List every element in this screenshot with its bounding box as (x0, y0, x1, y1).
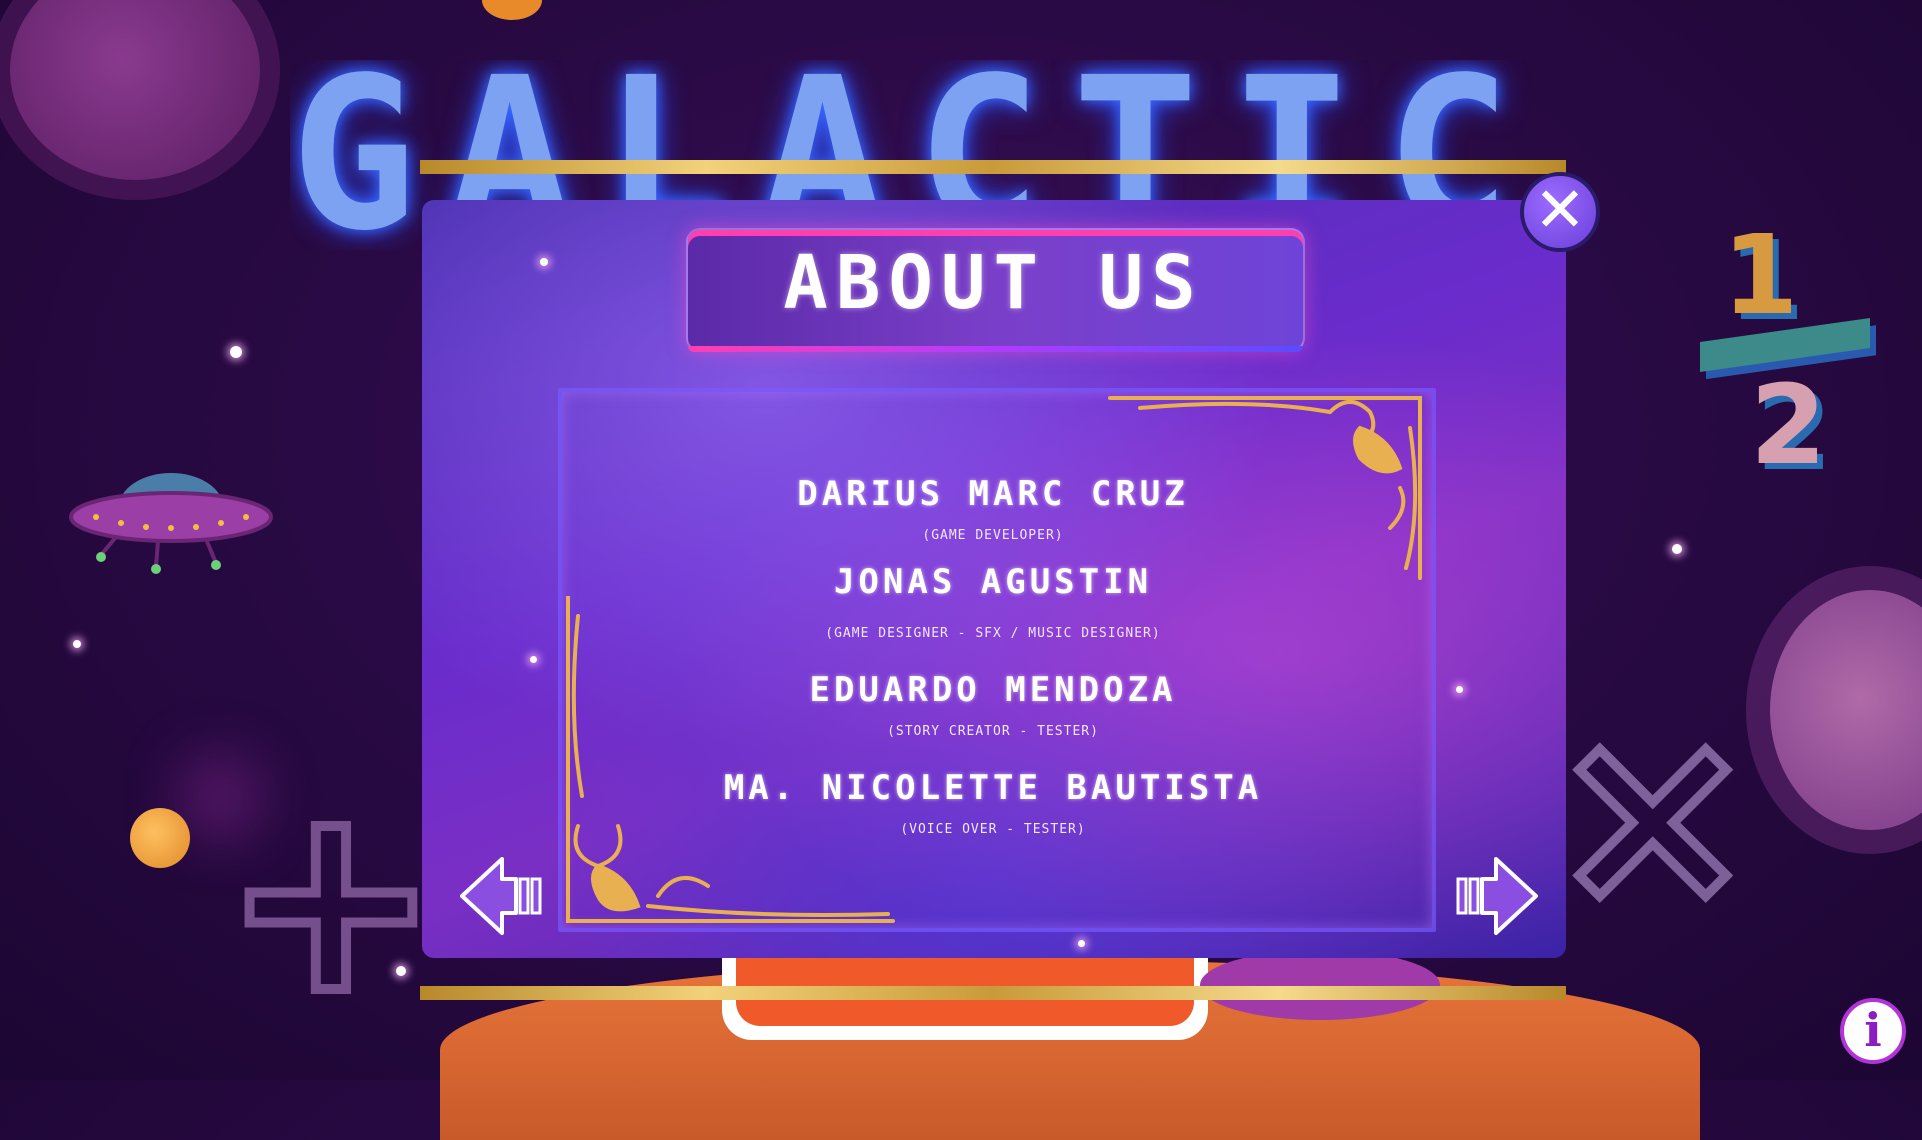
info-button[interactable]: i (1840, 998, 1906, 1064)
comet (130, 808, 190, 868)
dialog-title: ABOUT US (783, 240, 1204, 326)
ufo-icon (66, 455, 276, 575)
star (530, 656, 537, 663)
previous-page-button[interactable] (458, 855, 544, 937)
ufo-bottom (1200, 950, 1440, 1020)
star (1456, 686, 1463, 693)
gold-bar-top (420, 160, 1566, 174)
credit-role-1: (GAME DEVELOPER) (922, 528, 1064, 543)
close-button[interactable]: ✕ (1520, 172, 1600, 252)
planet-top-small (482, 0, 542, 20)
credit-role-2: (GAME DESIGNER - SFX / MUSIC DESIGNER) (825, 626, 1161, 641)
credit-name-4: MA. NICOLETTE BAUTISTA (723, 768, 1263, 808)
next-page-button[interactable] (1454, 855, 1540, 937)
arrow-left-icon (460, 857, 542, 935)
arrow-right-icon (1456, 857, 1538, 935)
credit-role-4: (VOICE OVER - TESTER) (900, 822, 1086, 837)
times-symbol: × (1543, 669, 1763, 960)
plus-symbol: + (217, 749, 445, 1051)
credit-role-3: (STORY CREATOR - TESTER) (887, 724, 1099, 739)
planet-right (1770, 590, 1922, 830)
star (540, 258, 548, 266)
credit-name-2: JONAS AGUSTIN (833, 562, 1153, 602)
star (230, 346, 242, 358)
info-icon: i (1864, 1003, 1882, 1057)
star (1078, 940, 1085, 947)
close-icon: ✕ (1534, 173, 1586, 246)
fraction-denominator: 2 (1750, 361, 1827, 489)
credit-name-3: EDUARDO MENDOZA (809, 670, 1177, 710)
fraction-numerator: 1 (1722, 211, 1799, 339)
star (1672, 544, 1682, 554)
ornament-bottom-left (566, 596, 895, 923)
credit-name-1: DARIUS MARC CRUZ (797, 474, 1189, 514)
star (73, 640, 81, 648)
gold-bar-bottom (420, 986, 1566, 1000)
planet-top-left (10, 0, 260, 180)
